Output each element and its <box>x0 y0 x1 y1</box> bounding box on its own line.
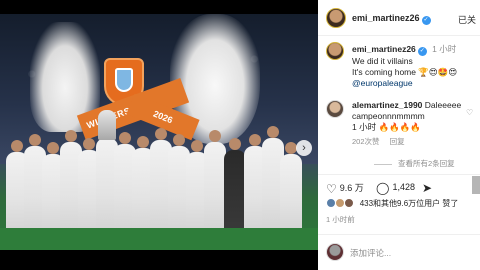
like-button[interactable]: ♡ 9.6 万 <box>326 181 364 196</box>
europaleague-link[interactable]: @europaleague <box>352 78 478 89</box>
avatar[interactable] <box>326 100 344 118</box>
avatar <box>326 243 344 261</box>
view-replies-button[interactable]: 查看所有2条回复 <box>374 158 455 169</box>
verified-badge-icon: ✓ <box>421 16 431 25</box>
post-sidebar: emi_martinez26 ✓ 已关 emi_martinez26 ✓ 1 小时 … <box>318 0 480 270</box>
comment-likes[interactable]: 202次赞 <box>352 137 380 146</box>
liked-by[interactable]: 433和其他9.6万位用户 赞了 <box>326 198 480 209</box>
avatar[interactable] <box>326 8 346 28</box>
heart-icon: ♡ <box>326 182 337 196</box>
post-time: 1 小时前 <box>326 215 355 224</box>
trophy <box>98 110 116 140</box>
caption-line-1: We did it villains <box>352 56 413 66</box>
follow-status-button[interactable]: 已关 <box>458 13 476 26</box>
instagram-post-window: WINNERS 2026 › <box>0 0 480 270</box>
post-author[interactable]: emi_martinez26 ✓ <box>352 13 431 25</box>
caption-time: 1 小时 <box>432 44 457 54</box>
scrollbar[interactable] <box>472 176 480 194</box>
caption-line-2: It's coming home 🏆😍🤩😍 <box>352 67 458 77</box>
share-icon: ➤ <box>422 181 433 195</box>
pitch <box>0 228 318 250</box>
post-photo: WINNERS 2026 › <box>0 0 318 270</box>
celebration-image: WINNERS 2026 › <box>0 14 318 250</box>
post-actions: ♡ 9.6 万 ◯ 1,428 ➤ <box>318 174 480 198</box>
verified-badge-icon: ✓ <box>417 47 427 56</box>
comment-icon: ◯ <box>376 181 390 195</box>
reply-button[interactable]: 回复 <box>390 137 405 146</box>
comment-time-emoji: 1 小时 🔥🔥🔥🔥 <box>352 122 421 132</box>
share-button[interactable]: ➤ <box>422 181 435 195</box>
add-comment-bar: 添加评论... <box>318 234 480 270</box>
comment-heart-icon[interactable]: ♡ <box>466 108 474 117</box>
comment-username[interactable]: alemartinez_1990 <box>352 100 422 110</box>
chevron-right-icon[interactable]: › <box>296 140 312 156</box>
avatar <box>344 198 355 208</box>
add-comment-input[interactable]: 添加评论... <box>350 247 391 259</box>
comment-button[interactable]: ◯ 1,428 <box>376 181 415 195</box>
comment-meta: 202次赞 回复 <box>352 136 413 147</box>
caption-username[interactable]: emi_martinez26 <box>352 44 416 54</box>
post-header: emi_martinez26 ✓ 已关 <box>318 0 480 36</box>
avatar[interactable] <box>326 42 344 60</box>
